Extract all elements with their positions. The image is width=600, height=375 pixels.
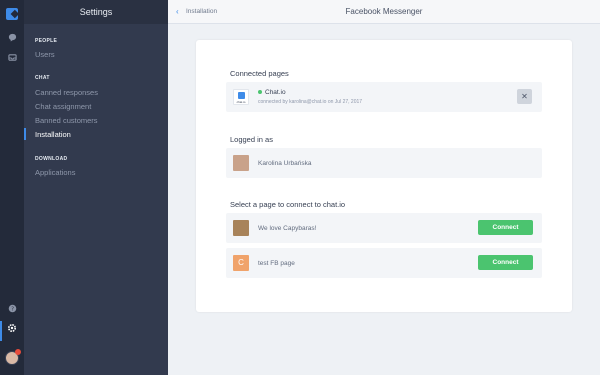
user-name: Karolina Urbańska <box>258 160 312 167</box>
back-link[interactable]: Installation <box>186 0 217 24</box>
page-initial-avatar: C <box>233 255 249 271</box>
settings-sidebar: Settings PEOPLE Users CHAT Canned respon… <box>24 0 168 375</box>
connect-button[interactable]: Connect <box>478 255 533 270</box>
section-header-chat: CHAT <box>35 75 50 81</box>
connect-button[interactable]: Connect <box>478 220 533 235</box>
messenger-card: Connected pages chat.io Chat.io connecte… <box>196 40 572 312</box>
sidebar-item-installation[interactable]: Installation <box>35 130 71 139</box>
sidebar-item-banned-customers[interactable]: Banned customers <box>35 116 98 125</box>
sidebar-active-indicator <box>24 128 26 140</box>
close-icon: ✕ <box>521 92 528 101</box>
status-dot <box>258 90 262 95</box>
page-row-test-fb: C test FB page Connect <box>226 248 542 278</box>
select-page-heading: Select a page to connect to chat.io <box>230 200 346 209</box>
chevron-left-icon[interactable]: ‹ <box>176 0 179 24</box>
notification-badge <box>15 349 21 355</box>
help-icon[interactable]: ? <box>0 303 24 319</box>
sidebar-title: Settings <box>24 0 168 24</box>
sidebar-item-applications[interactable]: Applications <box>35 168 75 177</box>
disconnect-button[interactable]: ✕ <box>517 89 532 104</box>
page-name: We love Capybaras! <box>258 225 317 232</box>
page-name: test FB page <box>258 260 295 267</box>
connected-page-name: Chat.io <box>258 89 286 96</box>
chat-bubble-icon[interactable] <box>0 32 24 48</box>
page-title: Facebook Messenger <box>345 7 423 16</box>
section-header-people: PEOPLE <box>35 38 58 44</box>
app-logo-icon[interactable] <box>6 8 18 20</box>
connected-page-row: chat.io Chat.io connected by karolina@ch… <box>226 82 542 112</box>
icon-rail: ? <box>0 0 24 375</box>
logged-in-heading: Logged in as <box>230 135 273 144</box>
inbox-icon[interactable] <box>0 52 24 68</box>
section-header-download: DOWNLOAD <box>35 156 68 162</box>
capybara-photo <box>233 220 249 236</box>
top-bar: Facebook Messenger ‹ Installation <box>168 0 600 24</box>
chatio-logo: chat.io <box>233 89 249 105</box>
logged-in-row: Karolina Urbańska <box>226 148 542 178</box>
page-row-capybaras: We love Capybaras! Connect <box>226 213 542 243</box>
page-name-label: Chat.io <box>265 89 286 96</box>
user-photo <box>233 155 249 171</box>
sidebar-item-chat-assignment[interactable]: Chat assignment <box>35 102 91 111</box>
gear-icon[interactable] <box>0 323 24 339</box>
svg-text:?: ? <box>11 307 14 313</box>
sidebar-item-users[interactable]: Users <box>35 50 55 59</box>
connected-pages-heading: Connected pages <box>230 69 289 78</box>
sidebar-item-canned-responses[interactable]: Canned responses <box>35 88 98 97</box>
connected-page-meta: connected by karolina@chat.io on Jul 27,… <box>258 99 363 105</box>
